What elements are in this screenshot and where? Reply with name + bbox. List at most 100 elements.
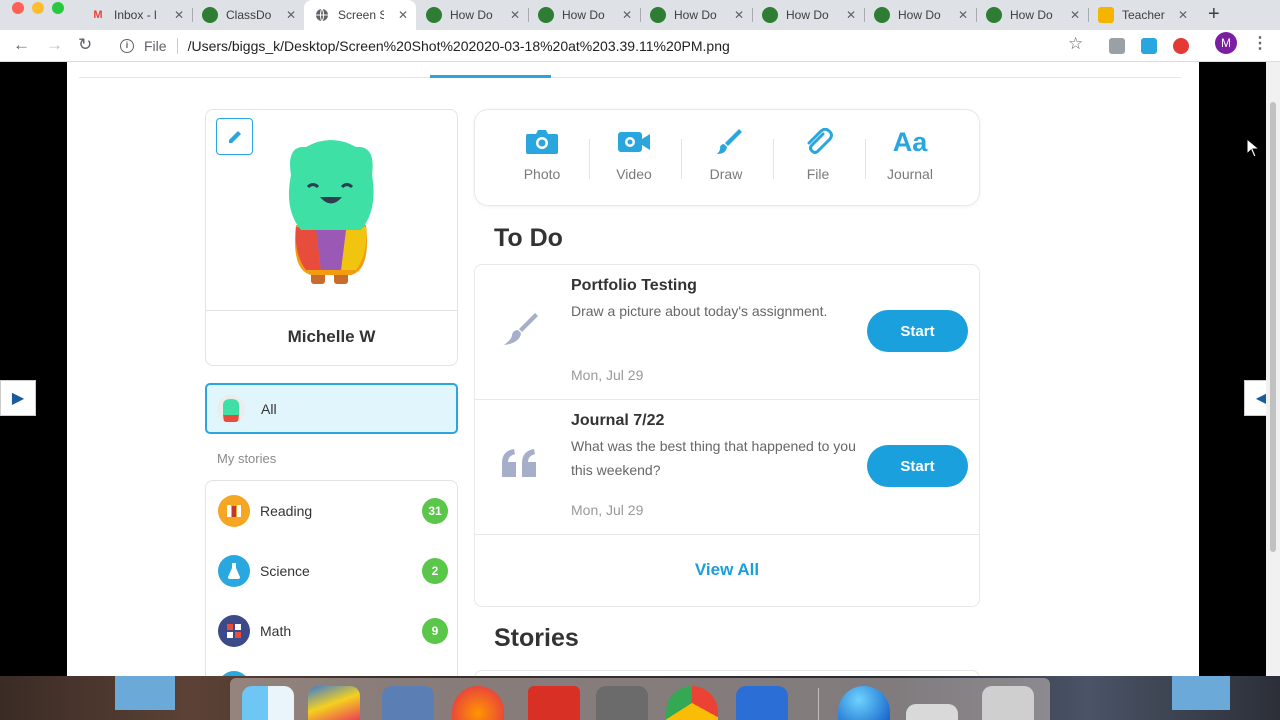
back-arrow-icon[interactable]: ← [13,35,30,55]
browser-tab[interactable]: ClassDo ✕ [192,0,304,30]
close-icon[interactable]: ✕ [398,8,408,22]
classdojo-icon [538,7,554,23]
pencil-icon [228,130,241,143]
filter-all[interactable]: All [205,383,458,434]
finder-icon[interactable] [242,686,294,720]
browser-toolbar: ← → ↻ i File /Users/biggs_k/Desktop/Scre… [0,30,1280,62]
more-menu-icon[interactable]: ⋮ [1252,33,1268,53]
todo-date: Mon, Jul 29 [571,367,644,383]
text-aa-icon: Aa [892,127,928,157]
close-icon[interactable]: ✕ [1178,8,1188,22]
mini-monster-avatar [217,394,245,423]
close-icon[interactable]: ✕ [846,8,856,22]
firefox-icon[interactable] [452,686,504,720]
story-label: Reading [260,503,313,519]
monster-avatar [276,135,386,300]
tab-title: How Do [562,8,605,22]
desktop-window-thumb [1172,676,1230,710]
browser-tab[interactable]: How Do ✕ [976,0,1088,30]
close-icon[interactable]: ✕ [510,8,520,22]
zoom-window-button[interactable] [52,2,64,14]
word-icon[interactable] [736,686,788,720]
desktop-window-thumb [115,676,175,710]
view-all-link[interactable]: View All [475,560,979,580]
browser-tab[interactable]: How Do ✕ [528,0,640,30]
calculator-icon [218,615,250,647]
address-bar[interactable]: i File /Users/biggs_k/Desktop/Screen%20S… [110,33,1100,59]
action-label: Video [616,166,652,182]
start-button[interactable]: Start [867,310,968,352]
close-icon[interactable]: ✕ [622,8,632,22]
page-scrollbar[interactable] [1266,62,1280,676]
bookmark-star-icon[interactable]: ☆ [1068,34,1083,54]
chrome-icon[interactable] [666,686,718,720]
file-button[interactable]: File [772,128,864,182]
tab-title: ClassDo [226,8,272,22]
tab-title: How Do [450,8,493,22]
close-icon[interactable]: ✕ [174,8,184,22]
todo-card: Portfolio Testing Draw a picture about t… [474,264,980,607]
todo-description: What was the best thing that happened to… [571,438,856,478]
browser-tab-bar: M Inbox - l ✕ ClassDo ✕ Screen S ✕ How D… [0,0,1280,30]
story-count-badge: 9 [422,618,448,644]
extension-icon[interactable] [1141,38,1157,54]
close-icon[interactable]: ✕ [958,8,968,22]
browser-tab[interactable]: How Do ✕ [864,0,976,30]
classdojo-icon [202,7,218,23]
system-preferences-icon[interactable] [596,686,648,720]
stories-heading: Stories [494,624,579,652]
extension-icon[interactable] [1173,38,1189,54]
browser-tab[interactable]: How Do ✕ [640,0,752,30]
tab-title: Inbox - l [114,8,157,22]
browser-tab[interactable]: M Inbox - l ✕ [80,0,192,30]
close-window-button[interactable] [12,2,24,14]
mouse-cursor-icon [1246,138,1260,158]
previous-arrow-button[interactable]: ▶ [0,380,36,416]
close-icon[interactable]: ✕ [286,8,296,22]
new-tab-button[interactable]: + [1208,3,1220,26]
info-icon[interactable]: i [120,39,134,53]
story-item-math[interactable]: Math 9 [218,611,448,651]
close-icon[interactable]: ✕ [1070,8,1080,22]
classdojo-icon [762,7,778,23]
story-item-science[interactable]: Science 2 [218,551,448,591]
flask-icon [218,555,250,587]
camera-icon [526,130,558,154]
url-text[interactable]: /Users/biggs_k/Desktop/Screen%20Shot%202… [188,38,730,54]
network-globe-icon[interactable] [838,686,890,720]
extension-icon[interactable] [1109,38,1125,54]
image-viewer-icon[interactable] [382,686,434,720]
browser-tab-active[interactable]: Screen S ✕ [304,0,416,30]
edit-avatar-button[interactable] [216,118,253,155]
post-action-bar: Photo Video Draw File Aa Journal [474,109,980,206]
video-button[interactable]: Video [588,128,680,182]
story-label: Math [260,623,292,639]
profile-avatar[interactable]: M [1215,32,1237,54]
powerpoint-icon[interactable] [528,686,580,720]
document-thumbnail-icon[interactable] [906,704,958,720]
browser-tab[interactable]: Teacher ✕ [1088,0,1196,30]
student-profile-card: Michelle W [205,109,458,366]
reload-icon[interactable]: ↻ [78,35,92,55]
browser-tab[interactable]: How Do ✕ [416,0,528,30]
tab-title: How Do [674,8,717,22]
draw-button[interactable]: Draw [680,128,772,182]
todo-description: Draw a picture about today's assignment. [571,303,828,319]
close-icon[interactable]: ✕ [734,8,744,22]
story-item-reading[interactable]: Reading 31 [218,491,448,531]
paintbrush-icon [504,313,538,345]
preview-app-icon[interactable] [308,686,360,720]
journal-button[interactable]: Aa Journal [864,128,956,182]
photo-button[interactable]: Photo [496,128,588,182]
browser-viewport: Michelle W All My stories Reading 31 Sci… [0,62,1280,676]
start-button[interactable]: Start [867,445,968,487]
minimize-window-button[interactable] [32,2,44,14]
classdojo-icon [650,7,666,23]
action-label: File [806,166,830,182]
forward-arrow-icon[interactable]: → [46,35,63,55]
scroll-thumb[interactable] [1270,102,1276,552]
globe-icon [314,7,330,23]
browser-tab[interactable]: How Do ✕ [752,0,864,30]
trash-icon[interactable] [982,686,1034,720]
tab-title: Teacher [1122,8,1165,22]
